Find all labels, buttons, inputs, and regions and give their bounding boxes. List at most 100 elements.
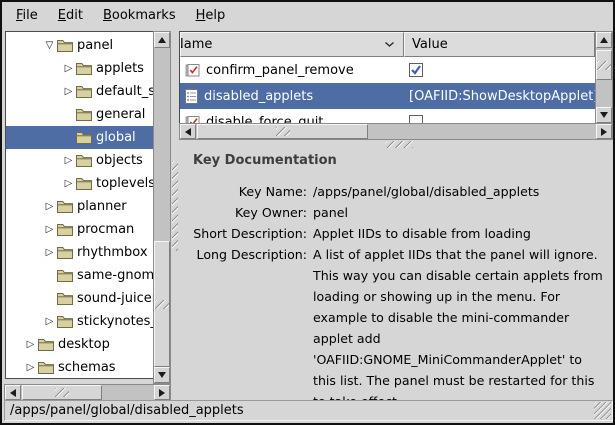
menu-item-label: dit [66,8,83,23]
tree-item-label: desktop [58,337,110,352]
tree-item-label: objects [96,153,143,168]
expander-collapsed-icon[interactable]: ▷ [24,339,37,350]
key-list-rows: confirm_panel_removedisabled_applets[OAF… [180,57,595,125]
tree-item-label: stickynotes_applet [77,314,153,329]
tree-item-procman[interactable]: ▷procman [6,218,153,241]
scroll-up-button[interactable] [596,32,612,48]
menu-item-label: ookmarks [112,8,176,23]
expander-collapsed-icon[interactable]: ▷ [62,178,75,189]
folder-icon [76,154,92,167]
tree-item-label: same-gnome [77,268,153,283]
tree-item-label: sound-juicer [77,291,153,306]
scroll-right-button[interactable] [596,124,612,139]
tree-item-label: panel [77,38,113,53]
window-resize-grip-icon[interactable] [594,402,611,419]
list-key-icon [185,89,198,104]
expander-collapsed-icon[interactable]: ▷ [62,63,75,74]
tree-item-objects[interactable]: ▷ objects [6,149,153,172]
scroll-down-button[interactable] [596,107,612,123]
expander-collapsed-icon[interactable]: ▷ [24,362,37,373]
folder-icon [57,269,73,282]
tree-item-default_setup[interactable]: ▷ default_setup [6,80,153,103]
doc-panel-title: Key Documentation [193,153,337,168]
folder-icon [76,177,92,190]
menu-bookmarks[interactable]: Bookmarks [93,4,186,27]
doc-field-value: A list of applet IIDs that the panel wil… [313,244,607,400]
scroll-left-button[interactable] [180,124,196,139]
menu-file[interactable]: File [6,4,48,27]
expander-collapsed-icon[interactable]: ▷ [43,316,56,327]
thumb-grip-icon [155,300,169,309]
tree-item-desktop[interactable]: ▷ desktop [6,333,153,356]
folder-icon [57,292,73,305]
tree-item-label: default_setup [96,84,153,99]
folder-icon [76,131,92,144]
column-header-value-label: Value [412,37,448,52]
list-vertical-scrollbar[interactable] [595,31,613,124]
expander-collapsed-icon[interactable]: ▷ [43,224,56,235]
folder-icon [76,62,92,75]
doc-field-value: /apps/panel/global/disabled_applets [313,181,607,202]
tree-item-applets[interactable]: ▷ applets [6,57,153,80]
tree-item-label: general [96,107,145,122]
doc-field-value: panel [313,202,607,223]
tree-item-schemas[interactable]: ▷ schemas [6,356,153,379]
folder-icon [76,108,92,121]
column-header-name[interactable]: Name [180,32,404,57]
folder-icon [57,246,73,259]
tree-item-label: schemas [58,360,116,375]
value-checkbox[interactable] [409,63,423,77]
scrollbar-thumb[interactable] [22,385,102,400]
vertical-pane-splitter[interactable] [171,31,179,401]
column-header-name-label: Name [180,37,212,52]
tree-viewport: ▽panel▷applets▷default_setupgeneralgloba… [5,31,154,379]
tree-item-general[interactable]: general [6,103,153,126]
tree-item-rhythmbox[interactable]: ▷rhythmbox [6,241,153,264]
scroll-right-button[interactable] [154,385,170,400]
splitter-grip-icon [385,141,413,148]
expander-collapsed-icon[interactable]: ▷ [43,201,56,212]
expander-collapsed-icon[interactable]: ▷ [62,155,75,166]
bool-key-icon [185,63,200,77]
tree-vertical-scrollbar[interactable] [153,31,171,384]
folder-icon [38,338,54,351]
key-row-disabled_applets[interactable]: disabled_applets[OAFIID:ShowDesktopApple… [180,83,595,109]
key-value-text: [OAFIID:ShowDesktopApplet] [409,89,595,104]
arrow-right-icon [159,389,165,397]
folder-icon [38,361,54,374]
tree-item-label: toplevels [96,176,153,191]
list-horizontal-scrollbar[interactable] [179,123,613,140]
scroll-down-button[interactable] [154,367,170,383]
scroll-up-button[interactable] [154,32,170,48]
menu-edit[interactable]: Edit [48,4,93,27]
tree-item-toplevels[interactable]: ▷ toplevels [6,172,153,195]
folder-icon [57,39,73,52]
tree-item-same-gnome[interactable]: same-gnome [6,264,153,287]
tree-item-global[interactable]: global [6,126,153,149]
arrow-left-icon [185,128,191,136]
key-row-confirm_panel_remove[interactable]: confirm_panel_remove [180,57,595,83]
statusbar: /apps/panel/global/disabled_applets [4,400,613,421]
tree-item-label: applets [96,61,144,76]
scrollbar-thumb[interactable] [197,124,368,139]
menu-item-mnemonic: B [103,8,112,23]
column-header-value[interactable]: Value [404,32,595,57]
key-value-cell [403,63,595,77]
scrollbar-thumb[interactable] [596,50,612,80]
tree-item-panel[interactable]: ▽ panel [6,34,153,57]
scrollbar-thumb[interactable] [154,241,170,367]
doc-field-label: Key Owner: [179,202,307,223]
key-list-header: Name Value [180,32,595,57]
tree-horizontal-scrollbar[interactable] [4,384,171,401]
tree-item-sound-juicer[interactable]: sound-juicer [6,287,153,310]
expander-collapsed-icon[interactable]: ▷ [62,86,75,97]
expander-expanded-icon[interactable]: ▽ [43,40,56,51]
menu-item-label: ile [23,8,38,23]
scroll-left-button[interactable] [5,385,21,400]
gconf-editor-window: FileEditBookmarksHelp ▽panel▷applets▷def… [0,0,615,425]
expander-collapsed-icon[interactable]: ▷ [43,247,56,258]
tree-item-planner[interactable]: ▷planner [6,195,153,218]
folder-icon [57,315,73,328]
menu-help[interactable]: Help [186,4,236,27]
tree-item-stickynotes_applet[interactable]: ▷ stickynotes_applet [6,310,153,333]
